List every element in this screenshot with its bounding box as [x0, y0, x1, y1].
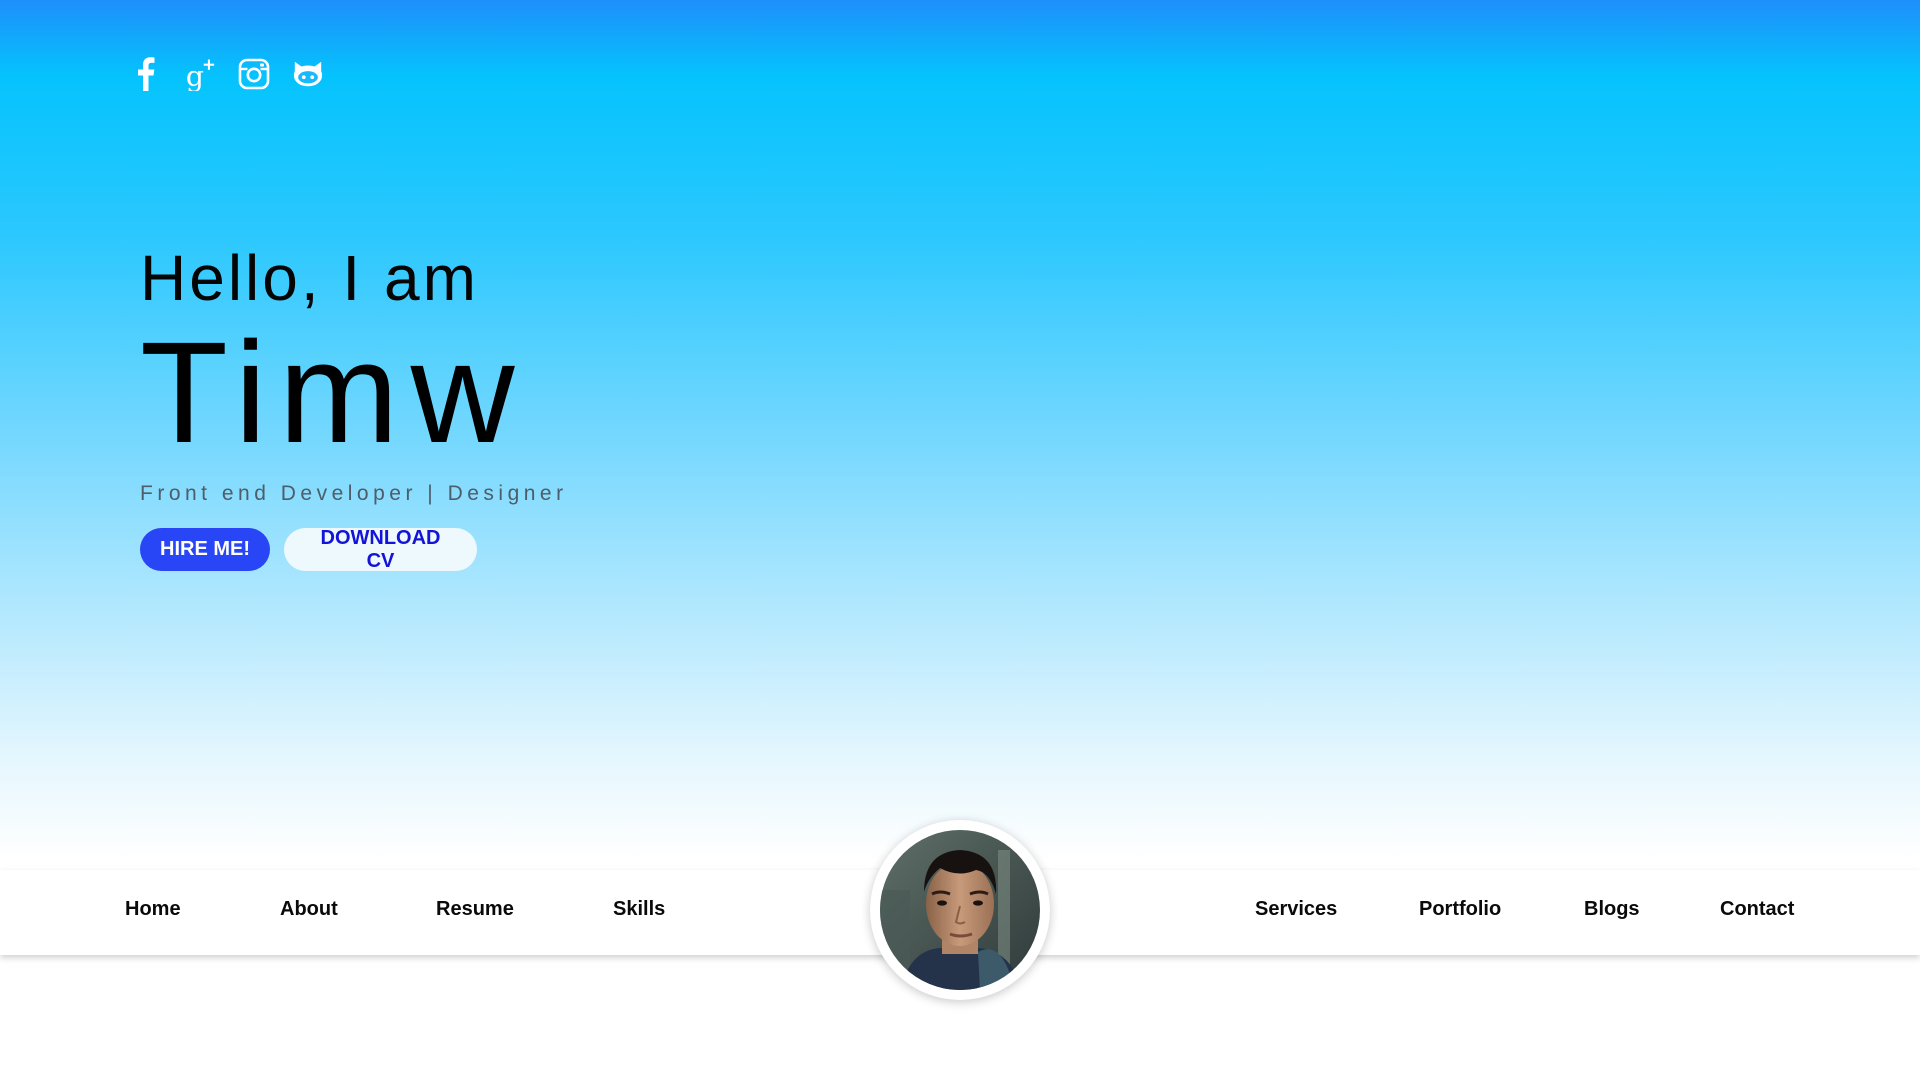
nav-item-services[interactable]: Services: [1255, 898, 1337, 921]
social-links: g: [130, 56, 324, 92]
nav-item-portfolio[interactable]: Portfolio: [1419, 898, 1501, 921]
nav-item-skills[interactable]: Skills: [613, 898, 665, 921]
hero-subtitle: Front end Developer | Designer: [140, 482, 568, 505]
intro-block: Hello, I am Timw Front end Developer | D…: [140, 240, 568, 506]
google-plus-icon[interactable]: g: [184, 56, 216, 92]
github-icon[interactable]: [292, 56, 324, 92]
hero-section: g Hello, I am Timw Front end Developer |…: [0, 0, 1920, 955]
instagram-icon[interactable]: [238, 56, 270, 92]
nav-item-home[interactable]: Home: [125, 898, 181, 921]
nav-item-contact[interactable]: Contact: [1720, 898, 1794, 921]
profile-photo: [880, 830, 1040, 990]
nav-item-resume[interactable]: Resume: [436, 898, 514, 921]
facebook-icon[interactable]: [130, 56, 162, 92]
greeting-text: Hello, I am: [140, 242, 479, 314]
download-cv-button[interactable]: DOWNLOAD CV: [284, 527, 477, 572]
nav-item-blogs[interactable]: Blogs: [1584, 898, 1640, 921]
avatar[interactable]: [870, 820, 1050, 1000]
nav-item-about[interactable]: About: [280, 898, 338, 921]
svg-text:g: g: [186, 60, 204, 91]
hero-buttons: HIRE ME! DOWNLOAD CV: [140, 527, 477, 572]
hero-name: Timw: [140, 312, 527, 473]
hire-me-button[interactable]: HIRE ME!: [140, 528, 270, 571]
